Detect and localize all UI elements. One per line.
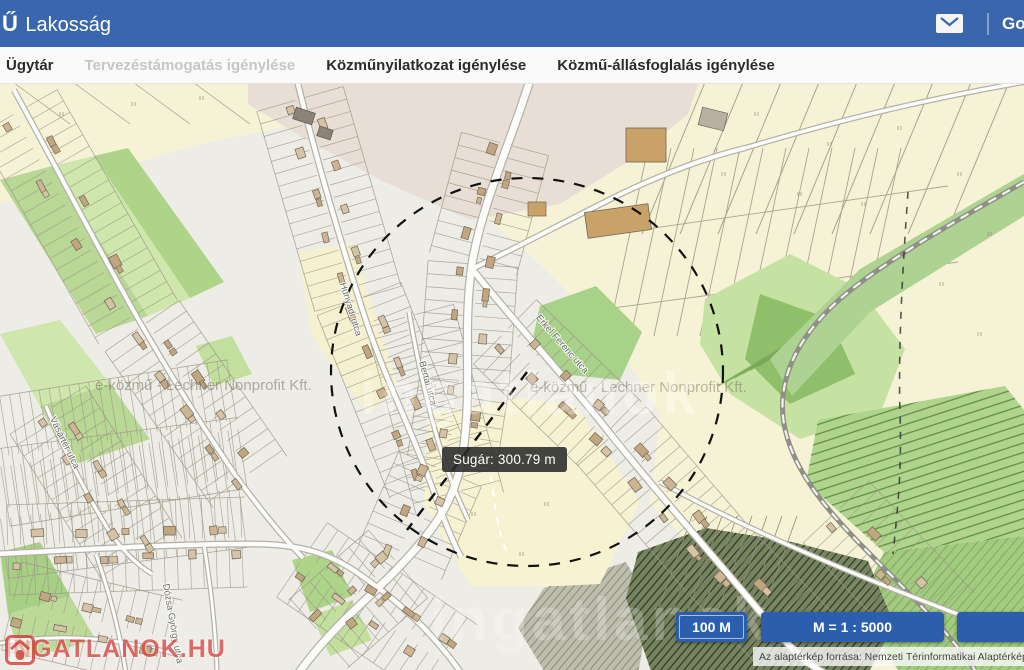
svg-text:e-közmű - Lechner Nonprofit Kf: e-közmű - Lechner Nonprofit Kft. (95, 377, 312, 394)
header-divider (987, 13, 989, 35)
cropped-button[interactable] (957, 612, 1024, 642)
ingatlanok-watermark: INGATLANOK.HU (5, 635, 226, 664)
svg-text:ingatlanok: ingatlanok (360, 360, 700, 427)
house-icon (5, 635, 35, 665)
ingatlanok-watermark-text: INGATLANOK.HU (5, 635, 226, 664)
app-logo-mark: Ű (2, 11, 18, 37)
map-canvas[interactable]: Hunyadi utcaBertai utcaErkel Ferenc utca… (0, 84, 1024, 670)
map-ratio-button[interactable]: M = 1 : 5000 (761, 612, 944, 642)
nav-item-2[interactable]: Közműnyilatkozat igénylése (326, 57, 526, 74)
scale-bar-button[interactable]: 100 M (676, 612, 747, 642)
main-nav: Ügytár Tervezéstámogatás igénylése Közműny… (0, 47, 1024, 84)
nav-item-0[interactable]: Ügytár (6, 57, 54, 74)
scale-bar-label: 100 M (679, 615, 744, 639)
app-header: Ű Lakosság Go (0, 0, 1024, 47)
radius-tooltip: Sugár: 300.79 m (442, 447, 567, 472)
user-menu[interactable]: Go (1002, 14, 1024, 34)
nav-item-3[interactable]: Közmű-állásfoglalás igénylése (557, 57, 775, 74)
app-logo: Ű Lakosság (2, 11, 111, 37)
mail-icon[interactable] (936, 14, 963, 33)
nav-item-1: Tervezéstámogatás igénylése (85, 57, 296, 74)
app-logo-label: Lakosság (25, 14, 111, 37)
map-attribution: Az alaptérkép forrása: Nemzeti Térinform… (753, 647, 1024, 666)
